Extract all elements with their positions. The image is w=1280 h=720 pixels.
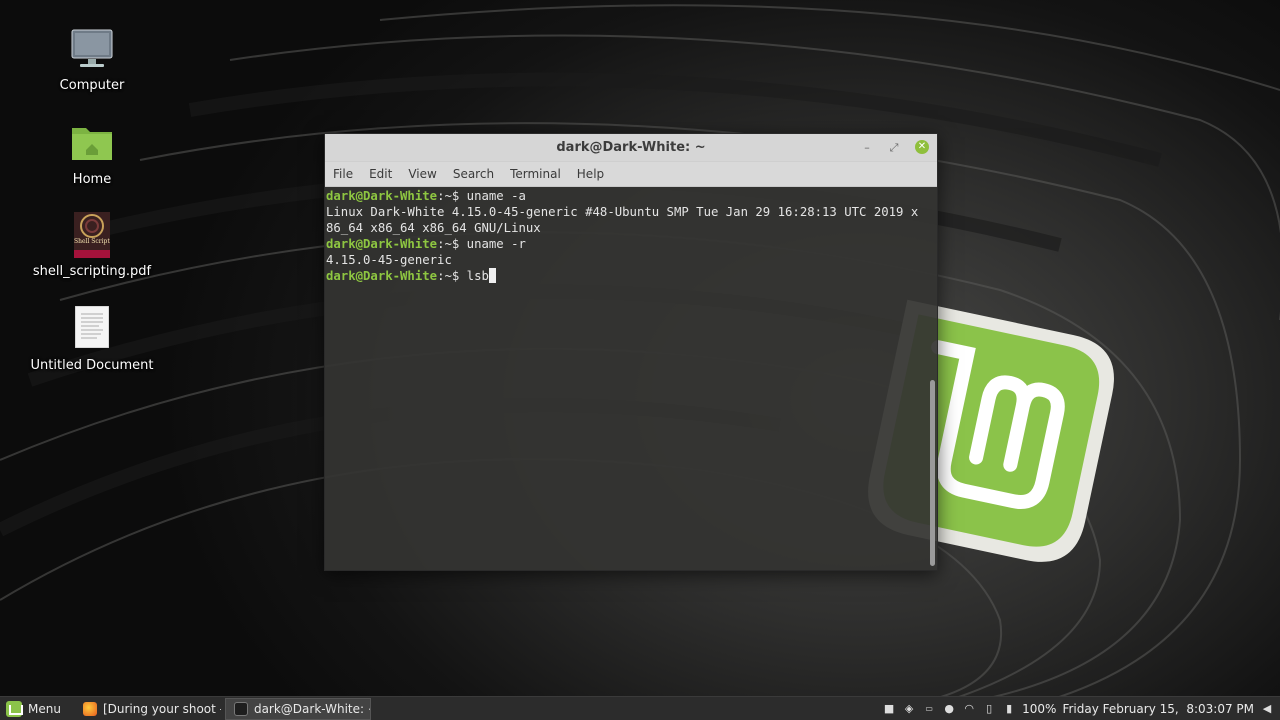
camera-icon[interactable]: ■ — [882, 702, 896, 716]
text-cursor — [488, 268, 496, 283]
desktop-icon-label: Home — [72, 172, 112, 187]
firefox-icon — [82, 701, 97, 716]
terminal-line: dark@Dark-White:~$ uname -a — [326, 188, 937, 204]
desktop-icon-label: shell_scripting.pdf — [32, 264, 152, 279]
close-button[interactable]: ✕ — [915, 140, 929, 154]
prompt-sep: :~$ — [437, 269, 460, 283]
start-menu-button[interactable]: Menu — [0, 697, 71, 720]
user-icon[interactable]: ● — [942, 702, 956, 716]
command-text: uname -r — [459, 237, 526, 251]
window-title: dark@Dark-White: ~ — [556, 140, 706, 155]
prompt-user: dark@Dark-White — [326, 269, 438, 283]
text-document-icon — [74, 305, 110, 354]
taskbar: Menu [During your shoot - Y... dark@Dark… — [0, 696, 1280, 720]
desktop-icon-home[interactable]: Home — [27, 120, 157, 187]
task-label: [During your shoot - Y... — [102, 701, 221, 716]
prompt-user: dark@Dark-White — [326, 237, 438, 251]
taskbar-item-terminal[interactable]: dark@Dark-White: ~ — [224, 697, 371, 720]
keyboard-layout-icon[interactable]: ▭ — [922, 702, 936, 716]
terminal-scrollbar[interactable] — [930, 380, 935, 566]
menu-label: Menu — [28, 701, 61, 716]
desktop-icon-computer[interactable]: Computer — [27, 26, 157, 93]
shield-icon[interactable]: ◈ — [902, 702, 916, 716]
taskbar-item-firefox[interactable]: [During your shoot - Y... — [75, 698, 221, 720]
prompt-sep: :~$ — [437, 189, 460, 203]
computer-icon — [68, 26, 116, 74]
minimize-button[interactable]: – — [860, 141, 874, 155]
menu-search[interactable]: Search — [453, 167, 494, 181]
terminal-window[interactable]: dark@Dark-White: ~ – ⤢ ✕ File Edit View … — [324, 133, 938, 571]
pdf-file-icon: Shell Scripting — [74, 212, 110, 260]
desktop-icon-label: Untitled Document — [30, 358, 154, 373]
terminal-line: dark@Dark-White:~$ uname -r — [326, 236, 937, 252]
clipboard-icon[interactable]: ▯ — [982, 702, 996, 716]
terminal-line: Linux Dark-White 4.15.0-45-generic #48-U… — [326, 205, 919, 219]
menu-terminal[interactable]: Terminal — [510, 167, 561, 181]
maximize-button[interactable]: ⤢ — [887, 141, 901, 155]
desktop-icon-untitled-document[interactable]: Untitled Document — [27, 305, 157, 373]
mint-menu-icon — [6, 700, 23, 717]
terminal-line: 86_64 x86_64 x86_64 GNU/Linux — [326, 221, 541, 235]
battery-percent: 100% — [1022, 701, 1057, 716]
task-label: dark@Dark-White: ~ — [253, 701, 371, 716]
menu-view[interactable]: View — [408, 167, 436, 181]
menu-file[interactable]: File — [333, 167, 353, 181]
terminal-icon — [233, 701, 248, 716]
terminal-line: 4.15.0-45-generic — [326, 253, 452, 267]
desktop-background: Computer Home Shell Scripting shell_scri… — [0, 0, 1280, 696]
prompt-sep: :~$ — [437, 237, 460, 251]
home-folder-icon — [68, 120, 116, 168]
clock[interactable]: Friday February 15, 8:03:07 PM — [1062, 702, 1254, 716]
desktop-icon-pdf[interactable]: Shell Scripting shell_scripting.pdf — [27, 212, 157, 279]
network-wifi-icon[interactable]: ◠ — [962, 702, 976, 716]
prompt-user: dark@Dark-White — [326, 189, 438, 203]
battery-icon[interactable]: ▮ — [1002, 702, 1016, 716]
desktop-icon-label: Computer — [59, 78, 125, 93]
system-tray: ■ ◈ ▭ ● ◠ ▯ ▮ 100% Friday February 15, 8… — [876, 697, 1280, 720]
command-text: uname -a — [459, 189, 526, 203]
pdf-cover-title: Shell Scripting — [74, 238, 110, 245]
menu-edit[interactable]: Edit — [369, 167, 392, 181]
command-text: lsb — [459, 269, 489, 283]
terminal-output[interactable]: dark@Dark-White:~$ uname -a Linux Dark-W… — [325, 188, 937, 570]
terminal-line: dark@Dark-White:~$ lsb — [326, 268, 937, 284]
volume-icon[interactable]: ◀ — [1260, 702, 1274, 716]
menu-help[interactable]: Help — [577, 167, 604, 181]
terminal-menubar: File Edit View Search Terminal Help — [325, 162, 937, 187]
window-titlebar[interactable]: dark@Dark-White: ~ – ⤢ ✕ — [325, 134, 937, 162]
